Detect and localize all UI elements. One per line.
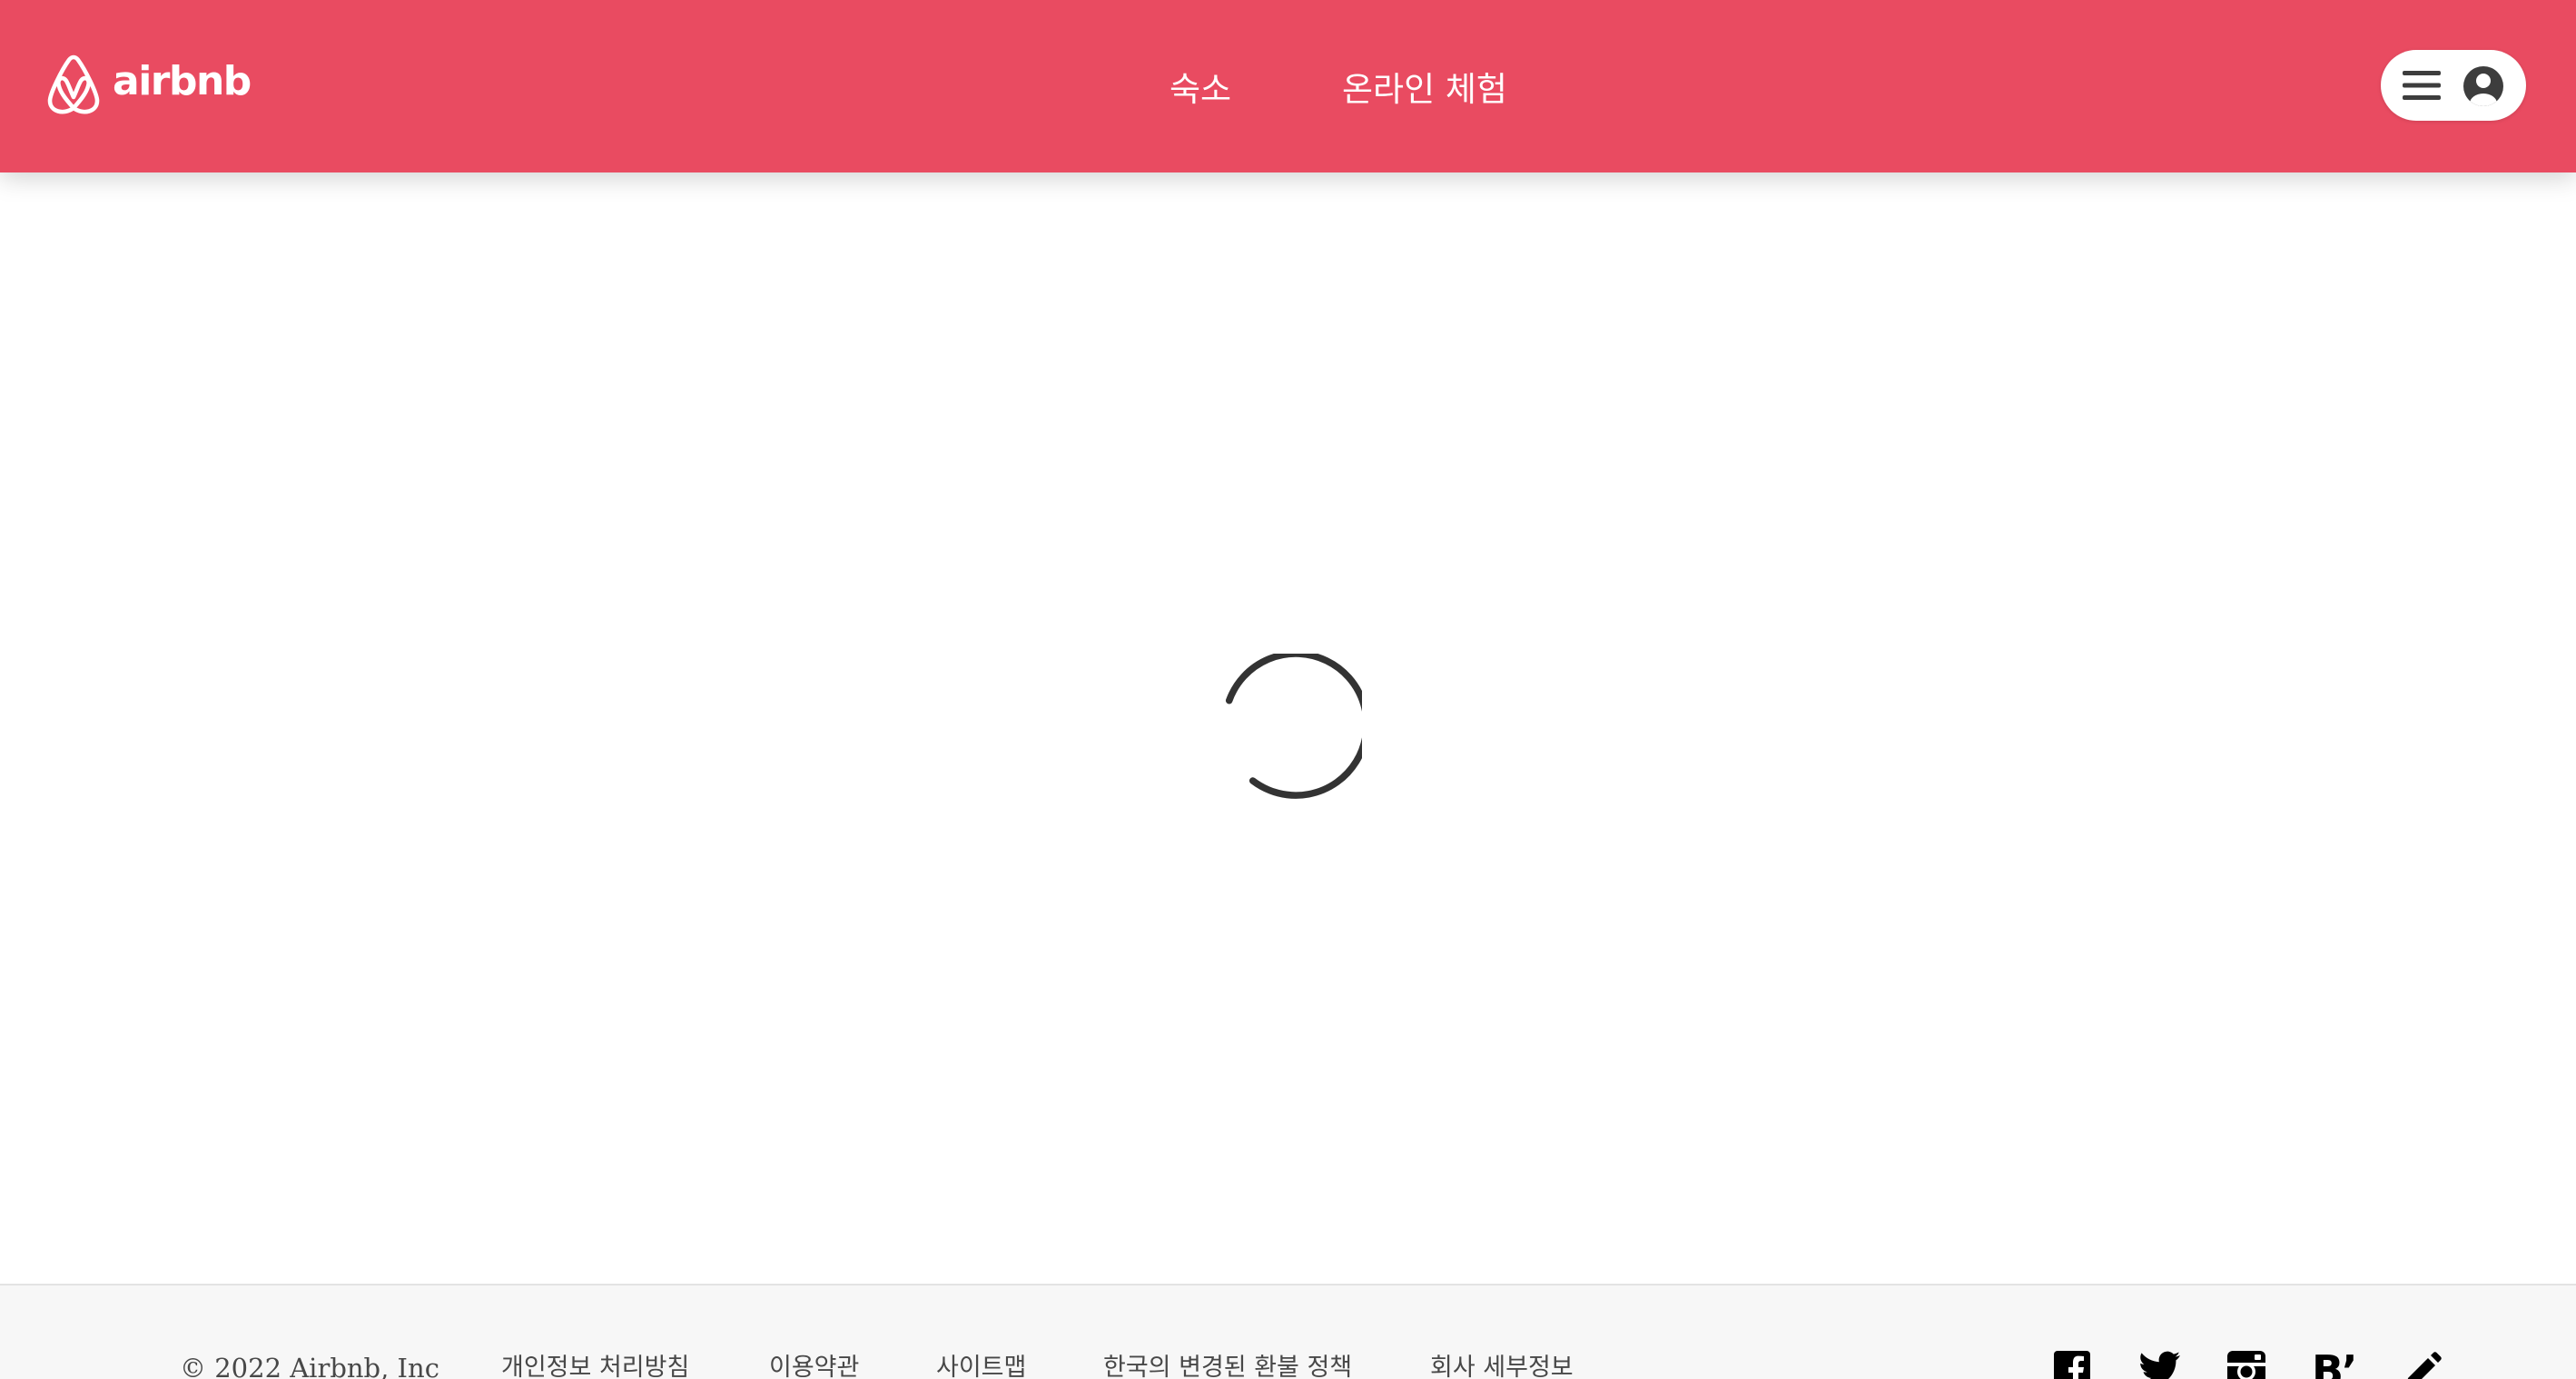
footer-link-refund-policy[interactable]: 한국의 변경된 환불 정책: [1103, 1353, 1352, 1379]
footer: © 2022 Airbnb, Inc 개인정보 처리방침 이용약관 사이트맵 한…: [0, 1284, 2576, 1379]
pencil-link[interactable]: [2403, 1351, 2443, 1379]
logo-wordmark: airbnb: [113, 58, 252, 104]
instagram-link[interactable]: [2227, 1351, 2267, 1379]
instagram-icon: [2227, 1351, 2265, 1379]
facebook-icon: [2054, 1351, 2090, 1379]
twitter-link[interactable]: [2139, 1351, 2180, 1379]
footer-link-company-details[interactable]: 회사 세부정보: [1430, 1353, 1574, 1379]
copyright-text: © 2022 Airbnb, Inc: [180, 1353, 439, 1379]
page: airbnb 숙소 온라인 체험 © 2022 Airbnb, Inc 개인정보…: [0, 0, 2576, 1379]
behance-icon: B’: [2312, 1346, 2358, 1379]
hamburger-icon: [2403, 71, 2441, 100]
footer-link-terms[interactable]: 이용약관: [769, 1353, 859, 1379]
twitter-icon: [2140, 1351, 2180, 1379]
nav-online-experiences[interactable]: 온라인 체험: [1342, 54, 1507, 118]
airbnb-belo-icon: [47, 54, 100, 114]
pencil-icon: [2407, 1352, 2442, 1379]
user-menu-button[interactable]: [2381, 50, 2526, 121]
nav-stays[interactable]: 숙소: [1170, 54, 1231, 118]
user-avatar-icon: [2463, 66, 2503, 106]
facebook-link[interactable]: [2054, 1351, 2094, 1379]
behance-link[interactable]: B’: [2312, 1350, 2366, 1379]
footer-link-privacy[interactable]: 개인정보 처리방침: [501, 1353, 689, 1379]
loading-spinner-icon: [1225, 654, 1362, 799]
main-content: [0, 172, 2576, 1284]
airbnb-logo-link[interactable]: airbnb: [45, 54, 252, 117]
header: airbnb 숙소 온라인 체험: [0, 0, 2576, 172]
footer-link-sitemap[interactable]: 사이트맵: [936, 1353, 1026, 1379]
